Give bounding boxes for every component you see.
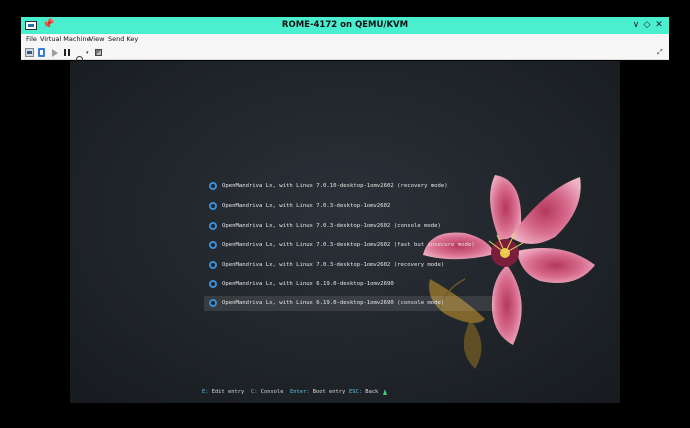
snapshot-button[interactable] xyxy=(95,48,104,57)
boot-entry-selected[interactable]: OpenMandriva Lx, with Linux 6.19.0-deskt… xyxy=(204,296,495,311)
window-title: ROME-4172 on QEMU/KVM xyxy=(281,20,409,30)
menu-send-key[interactable]: Send Key xyxy=(108,34,138,45)
boot-entry[interactable]: OpenMandriva Lx, with Linux 6.19.0-deskt… xyxy=(204,277,495,292)
openmandriva-logo-icon xyxy=(209,241,217,249)
hint-edit: E: Edit entry xyxy=(202,389,245,395)
boot-entry[interactable]: OpenMandriva Lx, with Linux 7.0.10-deskt… xyxy=(204,179,495,194)
boot-footer-hints: E: Edit entry C: Console Enter: Boot ent… xyxy=(70,387,620,397)
close-button[interactable]: ✕ xyxy=(652,18,666,32)
vm-display[interactable]: OpenMandriva Lx, with Linux 7.0.10-deskt… xyxy=(70,61,620,403)
chevron-down-icon: ▾ xyxy=(86,50,89,56)
menu-file[interactable]: File xyxy=(26,34,37,45)
hint-boot: Enter: Boot entry xyxy=(290,389,346,395)
details-icon xyxy=(40,50,43,55)
fullscreen-button[interactable]: ⤢ xyxy=(657,48,665,57)
hint-console: C: Console xyxy=(251,389,284,395)
title-bar: 📌 ROME-4172 on QEMU/KVM ∨ ◇ ✕ xyxy=(21,17,669,34)
boot-entry[interactable]: OpenMandriva Lx, with Linux 7.0.3-deskto… xyxy=(204,258,495,273)
openmandriva-logo-icon xyxy=(209,261,217,269)
snapshot-icon xyxy=(95,49,102,56)
vm-window: 📌 ROME-4172 on QEMU/KVM ∨ ◇ ✕ File Virtu… xyxy=(21,17,669,428)
openmandriva-logo-icon xyxy=(209,299,217,307)
details-button[interactable] xyxy=(38,48,45,57)
boot-entry[interactable]: OpenMandriva Lx, with Linux 7.0.3-deskto… xyxy=(204,238,495,253)
boot-entry[interactable]: OpenMandriva Lx, with Linux 7.0.3-deskto… xyxy=(204,199,495,214)
toolbar: ▾ ⤢ xyxy=(21,45,669,63)
mouse-cursor xyxy=(383,389,387,395)
hint-back: ESC: Back xyxy=(349,389,379,395)
close-icon: ✕ xyxy=(655,20,663,30)
menu-bar: File Virtual Machine View Send Key xyxy=(21,34,669,45)
menu-virtual-machine[interactable]: Virtual Machine xyxy=(40,34,91,45)
play-icon xyxy=(52,49,58,57)
openmandriva-logo-icon xyxy=(209,202,217,210)
console-icon xyxy=(27,51,32,54)
openmandriva-logo-icon xyxy=(209,182,217,190)
menu-view[interactable]: View xyxy=(89,34,104,45)
openmandriva-logo-icon xyxy=(209,222,217,230)
pause-icon xyxy=(64,49,70,56)
power-button[interactable]: ▾ xyxy=(76,48,89,63)
chevron-down-icon: ∨ xyxy=(632,20,640,30)
pause-button[interactable] xyxy=(64,48,71,57)
console-button[interactable] xyxy=(25,48,34,57)
openmandriva-logo-icon xyxy=(209,280,217,288)
fullscreen-icon: ⤢ xyxy=(657,48,663,56)
run-button[interactable] xyxy=(52,48,59,57)
boot-entry[interactable]: OpenMandriva Lx, with Linux 7.0.3-deskto… xyxy=(204,219,495,234)
diamond-icon: ◇ xyxy=(643,20,651,30)
